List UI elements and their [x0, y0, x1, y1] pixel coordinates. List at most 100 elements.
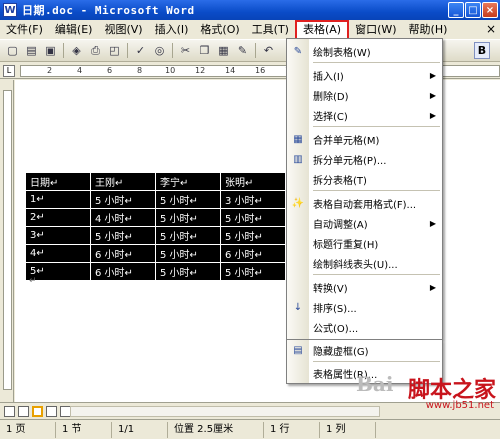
table-cell[interactable]: 5 小时↵: [155, 226, 221, 245]
menu-item-label: 绘制表格(W): [313, 47, 371, 59]
minimize-button[interactable]: _: [448, 2, 464, 18]
menu-item-label: 转换(V): [313, 283, 348, 295]
menu-item-label: 表格自动套用格式(F)...: [313, 199, 417, 211]
menu-separator: [313, 190, 440, 191]
menu-item-heading-repeat[interactable]: 标题行重复(H): [287, 233, 442, 253]
menu-view[interactable]: 视图(V): [98, 21, 148, 39]
empty-icon-slot: [287, 317, 309, 337]
paragraph-mark: ↵: [29, 276, 37, 286]
table-cell[interactable]: 5 小时↵: [155, 208, 221, 227]
maximize-button[interactable]: □: [465, 2, 481, 18]
ruler-tick: 8: [137, 66, 143, 75]
table-cell[interactable]: 6 小时↵: [90, 244, 156, 263]
menu-item-label: 合并单元格(M): [313, 135, 380, 147]
table-cell[interactable]: 日期↵: [25, 172, 91, 191]
paste-icon[interactable]: ▦: [215, 42, 232, 59]
table-cell[interactable]: 李宁↵: [155, 172, 221, 191]
menu-insert[interactable]: 插入(I): [149, 21, 195, 39]
ruler-tick: 16: [255, 66, 266, 75]
table-cell[interactable]: 5 小时↵: [155, 190, 221, 209]
toolbar-separator: [63, 43, 64, 58]
table-cell[interactable]: 5 小时↵: [220, 208, 286, 227]
menu-help[interactable]: 帮助(H): [403, 21, 454, 39]
table-cell[interactable]: 6 小时↵: [90, 262, 156, 281]
menu-edit[interactable]: 编辑(E): [49, 21, 99, 39]
menu-item-split-cells[interactable]: ▥ 拆分单元格(P)...: [287, 149, 442, 169]
vertical-ruler: [0, 80, 14, 402]
menu-item-merge-cells[interactable]: ▦ 合并单元格(M): [287, 129, 442, 149]
word-app-icon: W: [3, 3, 17, 17]
menu-item-formula[interactable]: 公式(O)...: [287, 317, 442, 337]
status-page: 1 页: [0, 421, 56, 438]
menu-item-insert[interactable]: 插入(I) ▶: [287, 65, 442, 85]
autoformat-icon: ✨: [291, 197, 305, 209]
menu-window[interactable]: 窗口(W): [349, 21, 402, 39]
undo-icon[interactable]: ↶: [260, 42, 277, 59]
outline-view-icon[interactable]: [46, 405, 57, 417]
menu-separator: [313, 361, 440, 362]
menu-item-hide-gridlines[interactable]: ▤ 隐藏虚框(G): [287, 340, 442, 360]
table-cell[interactable]: 王刚↵: [90, 172, 156, 191]
bold-icon[interactable]: B: [474, 42, 490, 59]
doc-close-icon[interactable]: ×: [486, 22, 496, 36]
menu-item-split-table[interactable]: 拆分表格(T): [287, 169, 442, 189]
menu-item-autoformat[interactable]: ✨ 表格自动套用格式(F)...: [287, 193, 442, 213]
table-cell[interactable]: 5 小时↵: [220, 226, 286, 245]
table-cell[interactable]: 6 小时↵: [220, 244, 286, 263]
menu-table[interactable]: 表格(A): [294, 19, 350, 40]
table-cell[interactable]: 1↵: [25, 190, 91, 209]
new-document-icon[interactable]: ▢: [4, 42, 21, 59]
print-icon[interactable]: ⎙: [87, 42, 104, 59]
permission-icon[interactable]: ◈: [68, 42, 85, 59]
menu-item-convert[interactable]: 转换(V) ▶: [287, 277, 442, 297]
print-layout-icon[interactable]: [32, 405, 43, 417]
table-cell[interactable]: 5 小时↵: [90, 226, 156, 245]
table-cell[interactable]: 4↵: [25, 244, 91, 263]
table-menu: ✎ 绘制表格(W) 插入(I) ▶ 删除(D) ▶ 选择(C) ▶ ▦ 合并单元…: [286, 38, 443, 340]
submenu-arrow-icon: ▶: [429, 90, 436, 100]
normal-view-icon[interactable]: [4, 405, 15, 417]
menu-item-diagonal-header[interactable]: 绘制斜线表头(U)...: [287, 253, 442, 273]
table-cell[interactable]: 2↵: [25, 208, 91, 227]
research-icon[interactable]: ◎: [151, 42, 168, 59]
cut-icon[interactable]: ✂: [177, 42, 194, 59]
vertical-ruler-strip[interactable]: [3, 90, 12, 390]
table-cell[interactable]: 5 小时↵: [155, 244, 221, 263]
empty-icon-slot: [287, 253, 309, 273]
menu-item-label: 拆分单元格(P)...: [313, 155, 387, 167]
menu-item-label: 公式(O)...: [313, 323, 359, 335]
table-cell[interactable]: 张明↵: [220, 172, 286, 191]
menu-format[interactable]: 格式(O): [194, 21, 245, 39]
web-view-icon[interactable]: [18, 405, 29, 417]
empty-icon-slot: [287, 277, 309, 297]
open-folder-icon[interactable]: ▤: [23, 42, 40, 59]
tab-selector-icon[interactable]: L: [3, 65, 15, 77]
table-cell[interactable]: 3 小时↵: [220, 190, 286, 209]
format-painter-icon[interactable]: ✎: [234, 42, 251, 59]
menu-file[interactable]: 文件(F): [0, 21, 49, 39]
horizontal-scrollbar[interactable]: [70, 406, 380, 417]
close-button[interactable]: ×: [482, 2, 498, 18]
table-cell[interactable]: 5 小时↵: [155, 262, 221, 281]
print-preview-icon[interactable]: ◰: [106, 42, 123, 59]
submenu-arrow-icon: ▶: [429, 282, 436, 292]
toolbar-separator: [127, 43, 128, 58]
menu-tools[interactable]: 工具(T): [246, 21, 295, 39]
menu-item-delete[interactable]: 删除(D) ▶: [287, 85, 442, 105]
table-cell[interactable]: 5 小时↵: [220, 262, 286, 281]
table-cell[interactable]: 5 小时↵: [90, 190, 156, 209]
sort-icon: ↓: [293, 301, 303, 313]
empty-icon-slot: [287, 169, 309, 189]
merge-cells-icon: ▦: [293, 133, 303, 145]
copy-icon[interactable]: ❐: [196, 42, 213, 59]
spelling-icon[interactable]: ✓: [132, 42, 149, 59]
table-cell[interactable]: 4 小时↵: [90, 208, 156, 227]
menu-item-draw-table[interactable]: ✎ 绘制表格(W): [287, 41, 442, 61]
menu-item-autofit[interactable]: 自动调整(A) ▶: [287, 213, 442, 233]
save-icon[interactable]: ▣: [42, 42, 59, 59]
menu-item-label: 选择(C): [313, 111, 348, 123]
table-cell[interactable]: 3↵: [25, 226, 91, 245]
menu-item-sort[interactable]: ↓ 排序(S)...: [287, 297, 442, 317]
menu-bar: 文件(F) 编辑(E) 视图(V) 插入(I) 格式(O) 工具(T) 表格(A…: [0, 19, 500, 40]
menu-item-select[interactable]: 选择(C) ▶: [287, 105, 442, 125]
